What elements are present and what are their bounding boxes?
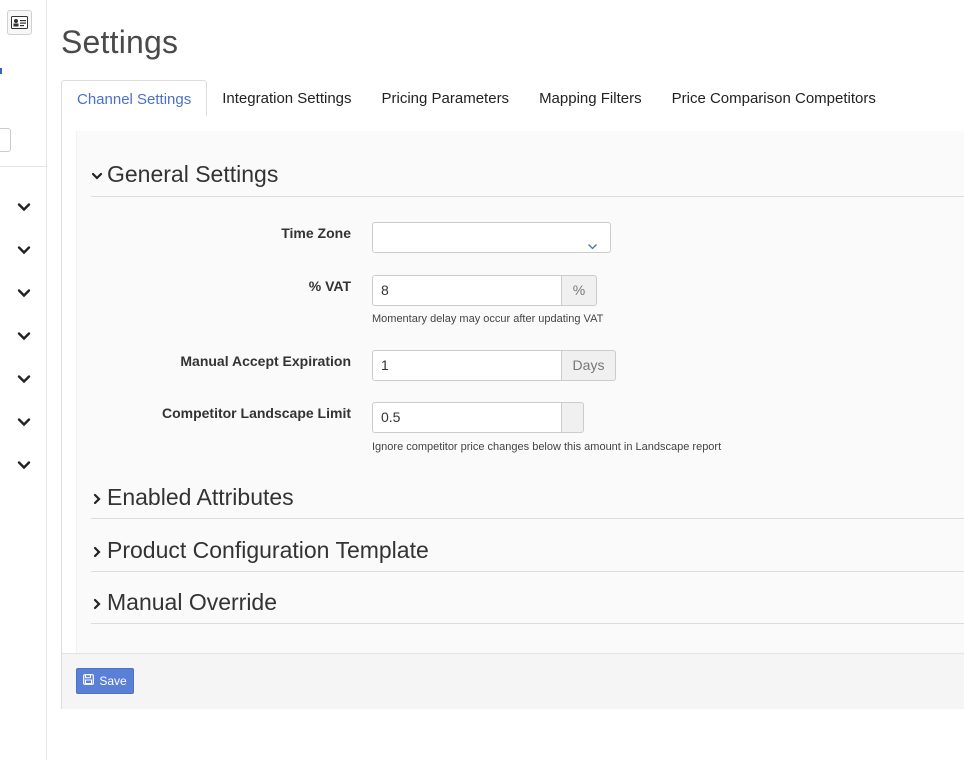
time-zone-select[interactable] — [372, 222, 611, 253]
sidebar-expand-chevron-icon[interactable] — [17, 199, 31, 213]
manual-accept-expiration-input[interactable]: 1 — [372, 350, 562, 381]
save-button-label: Save — [99, 674, 127, 688]
id-card-icon[interactable] — [7, 10, 32, 35]
sidebar-divider — [0, 166, 47, 167]
chevron-down-icon — [91, 169, 103, 181]
manual-accept-expiration-addon: Days — [562, 350, 616, 381]
sidebar-link-fragment[interactable] — [0, 66, 3, 78]
vat-help-text: Momentary delay may occur after updating… — [372, 313, 604, 325]
time-zone-label: Time Zone — [281, 225, 351, 241]
sidebar-expand-chevron-icon[interactable] — [17, 242, 31, 256]
save-button[interactable]: Save — [76, 668, 134, 694]
section-title: Product Configuration Template — [107, 537, 429, 563]
floppy-disk-icon — [83, 674, 95, 688]
tab-channel-settings[interactable]: Channel Settings — [61, 80, 208, 118]
competitor-landscape-limit-addon — [562, 402, 584, 433]
manual-accept-expiration-label: Manual Accept Expiration — [180, 353, 351, 369]
sidebar-expand-chevron-icon[interactable] — [17, 371, 31, 385]
competitor-landscape-limit-help-text: Ignore competitor price changes below th… — [372, 441, 722, 453]
section-product-configuration-template[interactable]: Product Configuration Template — [91, 537, 964, 572]
settings-tabs: Channel Settings Integration Settings Pr… — [61, 80, 964, 118]
section-manual-override[interactable]: Manual Override — [91, 589, 964, 624]
section-title: Manual Override — [107, 589, 278, 615]
settings-form: General Settings Time Zone % VAT 8 % Mom… — [76, 131, 964, 653]
competitor-landscape-limit-label: Competitor Landscape Limit — [161, 405, 351, 421]
section-enabled-attributes[interactable]: Enabled Attributes — [91, 484, 964, 519]
section-title: General Settings — [107, 161, 279, 187]
page-title: Settings — [61, 24, 179, 60]
vat-label: % VAT — [308, 278, 351, 294]
sidebar-expand-chevron-icon[interactable] — [17, 285, 31, 299]
tab-price-comparison-competitors[interactable]: Price Comparison Competitors — [657, 80, 891, 117]
section-title: Enabled Attributes — [107, 484, 294, 510]
tab-mapping-filters[interactable]: Mapping Filters — [524, 80, 657, 117]
sidebar-expand-chevron-icon[interactable] — [17, 457, 31, 471]
form-footer: Save — [62, 653, 964, 709]
competitor-landscape-limit-input[interactable]: 0.5 — [372, 402, 562, 433]
chevron-right-icon — [91, 545, 103, 557]
tab-panel-channel-settings: General Settings Time Zone % VAT 8 % Mom… — [61, 116, 964, 709]
tab-pricing-parameters[interactable]: Pricing Parameters — [367, 80, 525, 117]
sidebar-expand-chevron-icon[interactable] — [17, 328, 31, 342]
sidebar-search-input[interactable] — [0, 128, 11, 152]
sidebar-expand-chevron-icon[interactable] — [17, 414, 31, 428]
chevron-right-icon — [91, 597, 103, 609]
vat-input[interactable]: 8 — [372, 275, 562, 306]
sidebar — [0, 0, 47, 760]
section-general-settings[interactable]: General Settings — [91, 161, 964, 197]
chevron-right-icon — [91, 492, 103, 504]
tab-integration-settings[interactable]: Integration Settings — [207, 80, 366, 117]
chevron-down-icon — [587, 233, 598, 250]
vat-addon: % — [562, 275, 597, 306]
